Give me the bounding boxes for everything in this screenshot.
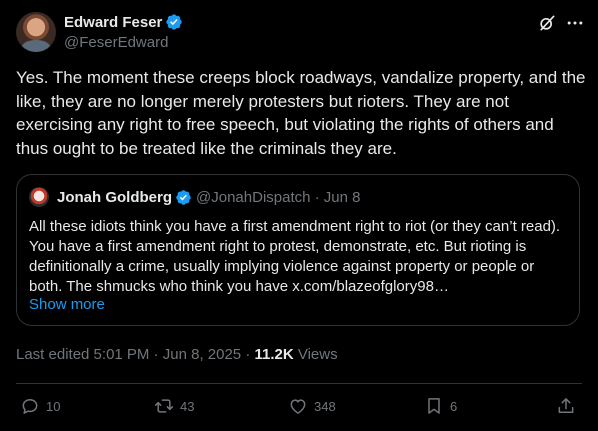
tweet-meta: Last edited 5:01 PM · Jun 8, 2025 · 11.2… <box>16 346 338 363</box>
reply-button[interactable]: 10 <box>20 396 60 416</box>
bookmark-count: 6 <box>450 398 458 414</box>
repost-count: 43 <box>180 398 195 414</box>
author-name[interactable]: Edward Feser <box>64 14 162 31</box>
reply-icon <box>22 399 38 414</box>
quote-text: All these idiots think you have a first … <box>29 218 561 295</box>
repost-icon <box>154 399 174 413</box>
quote-author-name[interactable]: Jonah Goldberg <box>57 189 172 206</box>
bookmark-icon <box>428 398 440 414</box>
quoted-tweet[interactable]: Jonah Goldberg @JonahDispatch · Jun 8 Al… <box>16 174 580 326</box>
divider <box>16 383 582 384</box>
edited-timestamp[interactable]: Last edited 5:01 PM · Jun 8, 2025 · <box>16 346 254 363</box>
share-icon <box>558 398 574 413</box>
grok-icon[interactable] <box>537 13 557 33</box>
views-label: Views <box>293 346 338 363</box>
verified-badge-icon <box>166 14 183 30</box>
reply-count: 10 <box>46 398 61 414</box>
quote-header: Jonah Goldberg @JonahDispatch · Jun 8 <box>57 189 361 206</box>
like-button[interactable]: 348 <box>288 396 336 416</box>
tweet-text: Yes. The moment these creeps block roadw… <box>16 68 586 158</box>
author-handle[interactable]: @FeserEdward <box>64 34 168 51</box>
share-button[interactable] <box>556 396 582 416</box>
author-name-row[interactable]: Edward Feser <box>64 13 183 31</box>
author-avatar[interactable] <box>16 12 56 52</box>
quote-handle-date[interactable]: @JonahDispatch · Jun 8 <box>196 189 360 206</box>
views-count: 11.2K <box>254 346 294 363</box>
show-more-link[interactable]: Show more <box>29 296 105 313</box>
more-icon[interactable] <box>565 13 585 33</box>
like-icon <box>290 399 306 414</box>
like-count: 348 <box>314 398 336 414</box>
bookmark-button[interactable]: 6 <box>424 396 457 416</box>
verified-badge-icon <box>176 190 191 205</box>
repost-button[interactable]: 43 <box>154 396 194 416</box>
quote-author-avatar[interactable] <box>29 187 49 207</box>
